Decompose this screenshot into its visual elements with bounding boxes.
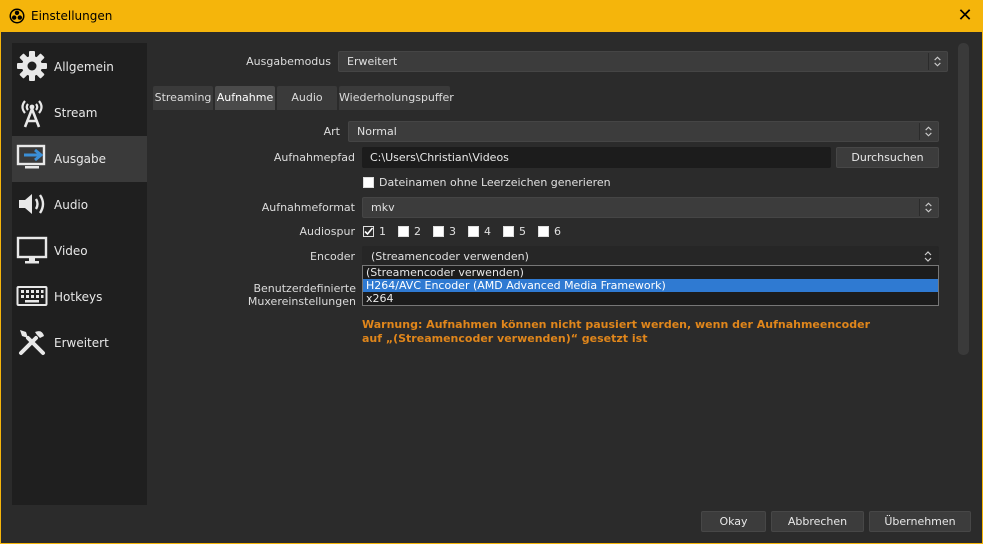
tools-icon [19,330,45,355]
encoder-select[interactable]: (Streamencoder verwenden) [362,246,939,267]
window-title: Einstellungen [31,9,113,23]
title-bar: Einstellungen ✕ [0,0,983,32]
tab-aufnahme[interactable]: Aufnahme [215,86,275,110]
close-icon[interactable]: ✕ [957,6,973,26]
gear-icon [17,51,47,81]
sidebar-item-label: Ausgabe [54,152,107,166]
track-5-checkbox[interactable] [503,226,514,237]
ok-button[interactable]: Okay [701,511,766,532]
sidebar-item-label: Video [54,244,88,258]
tab-wiederholungspuffer[interactable]: Wiederholungspuffer [339,86,454,110]
browse-button[interactable]: Durchsuchen [836,147,939,168]
sidebar-item-label: Audio [54,198,89,212]
sidebar-item-label: Allgemein [54,60,114,74]
output-mode-select[interactable]: Erweitert [338,51,948,72]
chevron-updown-icon [924,251,932,262]
output-mode-label: Ausgabemodus [246,55,331,68]
encoder-label: Encoder [310,250,355,263]
sidebar: Allgemein Stream Ausgabe Audio Video Hot… [12,43,147,505]
output-icon [16,144,46,169]
speaker-icon [19,194,45,214]
type-label: Art [323,125,340,138]
sidebar-item-erweitert[interactable]: Erweitert [12,320,147,366]
sidebar-item-ausgabe[interactable]: Ausgabe [12,136,147,182]
path-label: Aufnahmepfad [273,151,355,164]
sidebar-item-audio[interactable]: Audio [12,182,147,228]
sidebar-item-video[interactable]: Video [12,228,147,274]
warning-text: Warnung: Aufnahmen können nicht pausiert… [362,318,870,345]
track-6-label: 6 [554,225,561,238]
no-spaces-checkbox[interactable] [363,177,374,188]
track-1-label: 1 [379,225,386,238]
track-2-checkbox[interactable] [398,226,409,237]
encoder-value: (Streamencoder verwenden) [371,250,529,263]
format-label: Aufnahmeformat [261,201,355,214]
keyboard-icon [16,286,48,306]
sidebar-item-stream[interactable]: Stream [12,90,147,136]
type-select[interactable]: Normal [348,121,939,142]
track-4-label: 4 [484,225,491,238]
format-value: mkv [371,201,395,214]
apply-button[interactable]: Übernehmen [869,511,971,532]
muxer-label: Benutzerdefinierte Muxereinstellungen [247,282,356,308]
sidebar-item-hotkeys[interactable]: Hotkeys [12,274,147,320]
sidebar-item-allgemein[interactable]: Allgemein [12,44,147,90]
track-3-label: 3 [449,225,456,238]
output-mode-value: Erweitert [347,55,398,68]
sidebar-item-label: Hotkeys [54,290,103,304]
checkmark-icon [364,227,374,236]
chevron-updown-icon [928,53,941,70]
encoder-option-highlighted[interactable]: H264/AVC Encoder (AMD Advanced Media Fra… [363,279,938,292]
obs-logo-icon [9,8,25,24]
format-select[interactable]: mkv [362,197,939,218]
track-5-label: 5 [519,225,526,238]
track-1-checkbox[interactable] [363,226,374,237]
path-input[interactable]: C:\Users\Christian\Videos [362,147,831,168]
tracks-label: Audiospur [299,225,355,238]
tab-streaming[interactable]: Streaming [153,86,213,110]
chevron-updown-icon [919,199,932,216]
no-spaces-label: Dateinamen ohne Leerzeichen generieren [379,176,611,189]
type-value: Normal [357,125,397,138]
encoder-option[interactable]: (Streamencoder verwenden) [363,266,938,279]
track-3-checkbox[interactable] [433,226,444,237]
chevron-updown-icon [919,123,932,140]
sidebar-item-label: Stream [54,106,98,120]
vertical-scrollbar[interactable] [958,43,969,355]
track-2-label: 2 [414,225,421,238]
encoder-option[interactable]: x264 [363,292,938,305]
encoder-dropdown-list: (Streamencoder verwenden) H264/AVC Encod… [362,265,939,306]
track-4-checkbox[interactable] [468,226,479,237]
monitor-icon [16,236,48,264]
broadcast-tower-icon [21,100,43,128]
track-6-checkbox[interactable] [538,226,549,237]
sidebar-item-label: Erweitert [54,336,109,350]
tab-audio[interactable]: Audio [277,86,337,110]
cancel-button[interactable]: Abbrechen [771,511,864,532]
